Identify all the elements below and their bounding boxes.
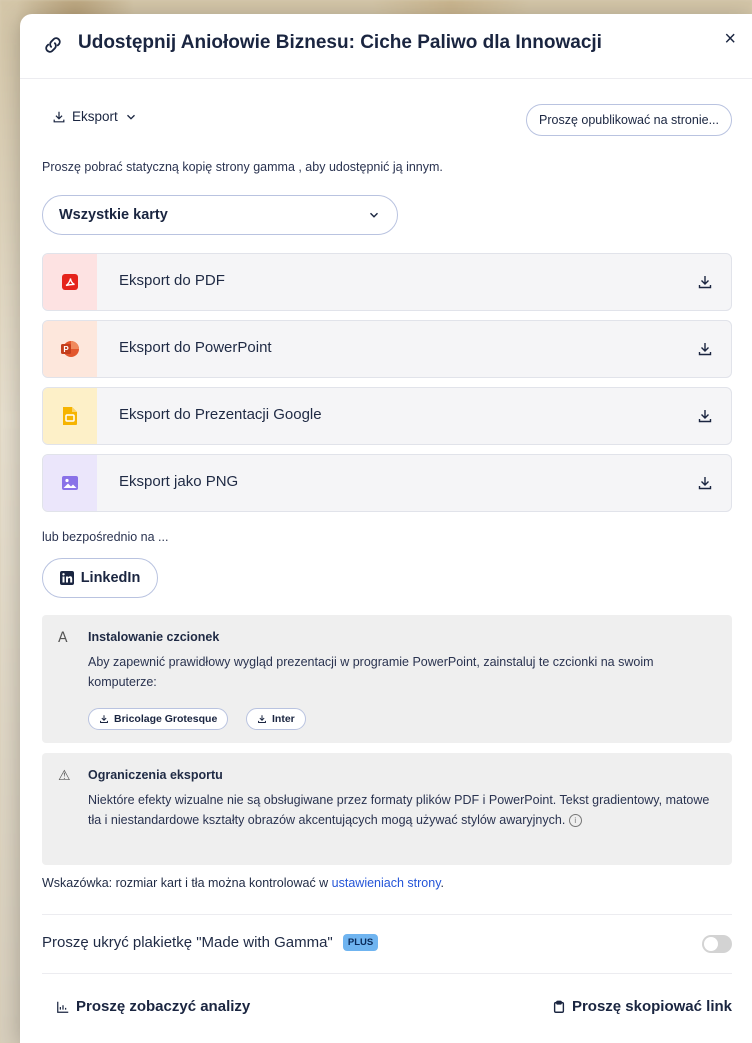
hide-badge-text: Proszę ukryć plakietkę "Made with Gamma"	[42, 934, 333, 951]
google-slides-icon-box	[43, 388, 97, 444]
tip-prefix: Wskazówka: rozmiar kart i tła można kont…	[42, 876, 332, 890]
image-icon	[62, 476, 78, 490]
linkedin-button[interactable]: LinkedIn	[42, 558, 158, 598]
cards-select[interactable]: Wszystkie karty	[42, 195, 398, 235]
font-icon: A	[58, 630, 68, 646]
tip-suffix: .	[440, 876, 445, 890]
info-icon[interactable]: i	[568, 814, 582, 828]
linkedin-icon	[59, 571, 74, 585]
download-icon	[258, 715, 266, 723]
install-fonts-text: Aby zapewnić prawidłowy wygląd prezentac…	[88, 655, 654, 689]
close-icon[interactable]: ×	[724, 28, 736, 50]
font-download-chip-inter[interactable]: Inter	[246, 708, 306, 730]
copy-link-label: Proszę skopiować link	[571, 998, 732, 1015]
font-name: Inter	[272, 713, 295, 725]
page-settings-link[interactable]: ustawieniach strony	[332, 876, 441, 890]
linkedin-label: LinkedIn	[80, 570, 141, 586]
export-description: Proszę pobrać statyczną kopię strony gam…	[42, 160, 443, 174]
export-pdf-label: Eksport do PDF	[119, 272, 225, 289]
hide-badge-label: Proszę ukryć plakietkę "Made with Gamma"…	[42, 934, 379, 951]
export-limits-box: ⚠ Ograniczenia eksportu Niektóre efekty …	[42, 753, 732, 865]
link-icon	[45, 37, 61, 53]
download-icon	[698, 276, 712, 289]
share-dialog: Udostępnij Aniołowie Biznesu: Ciche Pali…	[20, 14, 752, 1043]
image-icon-box	[43, 455, 97, 511]
powerpoint-icon: P	[61, 341, 79, 357]
export-toolbar: Eksport Proszę opublikować na stronie...	[42, 104, 732, 138]
warning-icon: ⚠	[58, 768, 71, 784]
export-powerpoint-row[interactable]: P Eksport do PowerPoint	[42, 320, 732, 378]
chevron-down-icon	[126, 114, 135, 120]
dialog-header: Udostępnij Aniołowie Biznesu: Ciche Pali…	[20, 14, 752, 79]
analytics-icon	[57, 1001, 69, 1013]
hide-badge-toggle[interactable]	[702, 935, 732, 953]
export-pdf-row[interactable]: Eksport do PDF	[42, 253, 732, 311]
powerpoint-icon-box: P	[43, 321, 97, 377]
export-limits-body: Niektóre efekty wizualne nie są obsługiw…	[88, 793, 710, 827]
view-analytics-label: Proszę zobaczyć analizy	[76, 998, 251, 1015]
export-label: Eksport	[72, 109, 118, 124]
svg-text:P: P	[63, 345, 69, 354]
export-limits-text: Niektóre efekty wizualne nie są obsługiw…	[88, 790, 712, 830]
download-icon	[100, 715, 108, 723]
download-icon	[698, 477, 712, 490]
download-icon	[53, 111, 65, 122]
publish-button[interactable]: Proszę opublikować na stronie...	[526, 104, 732, 136]
google-slides-icon	[63, 407, 77, 425]
dialog-title: Udostępnij Aniołowie Biznesu: Ciche Pali…	[78, 32, 602, 53]
chevron-down-icon	[370, 212, 378, 218]
export-google-slides-row[interactable]: Eksport do Prezentacji Google	[42, 387, 732, 445]
download-icon	[698, 343, 712, 356]
install-fonts-title: Instalowanie czcionek	[88, 630, 220, 644]
export-png-row[interactable]: Eksport jako PNG	[42, 454, 732, 512]
export-google-slides-label: Eksport do Prezentacji Google	[119, 406, 322, 423]
view-analytics-button[interactable]: Proszę zobaczyć analizy	[56, 998, 250, 1015]
export-dropdown-button[interactable]: Eksport	[52, 109, 138, 124]
export-limits-title: Ograniczenia eksportu	[88, 768, 223, 782]
font-name: Bricolage Grotesque	[114, 713, 218, 725]
clipboard-icon	[553, 1000, 565, 1013]
export-powerpoint-label: Eksport do PowerPoint	[119, 339, 272, 356]
share-directly-text: lub bezpośrednio na ...	[42, 530, 169, 544]
pdf-icon	[62, 274, 78, 290]
tip-text: Wskazówka: rozmiar kart i tła można kont…	[42, 876, 444, 890]
export-png-label: Eksport jako PNG	[119, 473, 239, 490]
cards-select-value: Wszystkie karty	[59, 207, 168, 223]
font-download-chip-bricolage[interactable]: Bricolage Grotesque	[88, 708, 229, 730]
plus-badge: PLUS	[342, 934, 379, 951]
pdf-icon-box	[43, 254, 97, 310]
install-fonts-box: A Instalowanie czcionek Aby zapewnić pra…	[42, 615, 732, 743]
hide-badge-row: Proszę ukryć plakietkę "Made with Gamma"…	[42, 914, 732, 974]
download-icon	[698, 410, 712, 423]
copy-link-button[interactable]: Proszę skopiować link	[552, 998, 732, 1015]
